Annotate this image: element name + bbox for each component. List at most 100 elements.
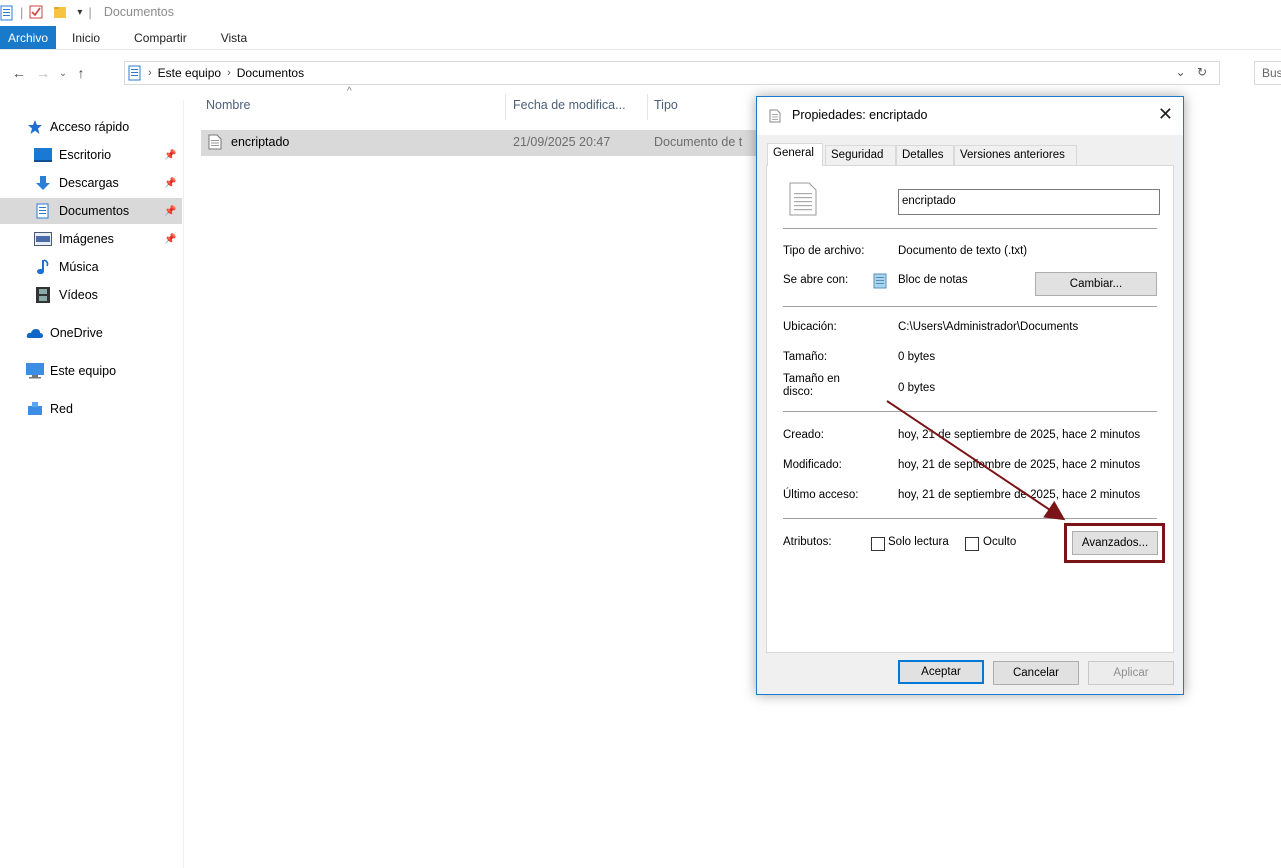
sidebar-item-acceso-rapido[interactable]: Acceso rápido	[0, 114, 182, 140]
size-on-disk-value: 0 bytes	[898, 382, 936, 394]
sidebar-item-label: Descargas	[59, 176, 119, 190]
column-header-fecha[interactable]: Fecha de modifica...	[513, 98, 626, 118]
sidebar-item-documentos[interactable]: Documentos 📌	[0, 198, 182, 224]
annotation-highlight-box	[1064, 523, 1165, 563]
breadcrumb-este-equipo[interactable]: Este equipo	[158, 66, 221, 80]
divider	[783, 228, 1157, 229]
sidebar-item-label: Vídeos	[59, 288, 98, 302]
file-name-cell: encriptado	[231, 135, 290, 149]
tab-detalles[interactable]: Detalles	[896, 145, 954, 165]
large-text-file-icon	[789, 182, 817, 219]
sidebar-item-descargas[interactable]: Descargas 📌	[0, 170, 182, 196]
modified-label: Modificado:	[783, 459, 842, 471]
sidebar-item-label: OneDrive	[50, 326, 103, 340]
pictures-icon	[34, 231, 52, 247]
divider	[783, 518, 1157, 519]
dialog-title-bar[interactable]: Propiedades: encriptado ✕	[757, 97, 1183, 135]
address-bar[interactable]: › Este equipo › Documentos ⌄ ↻	[124, 61, 1220, 85]
pin-icon[interactable]: 📌	[164, 178, 176, 189]
pin-icon[interactable]: 📌	[164, 206, 176, 217]
sidebar-item-label: Este equipo	[50, 364, 117, 378]
file-name-field[interactable]: encriptado	[898, 189, 1160, 215]
sidebar-item-label: Documentos	[59, 204, 130, 218]
tab-inicio[interactable]: Inicio	[56, 26, 116, 49]
readonly-checkbox[interactable]	[871, 537, 885, 551]
change-button[interactable]: Cambiar...	[1035, 272, 1157, 296]
modified-value: hoy, 21 de septiembre de 2025, hace 2 mi…	[898, 459, 1141, 471]
sidebar-item-red[interactable]: Red	[0, 396, 182, 422]
divider	[783, 306, 1157, 307]
quick-access-dropdown-icon[interactable]: ▾	[77, 7, 82, 18]
title-bar: | ▾ | Documentos	[0, 0, 1281, 24]
hidden-checkbox[interactable]	[965, 537, 979, 551]
onedrive-icon	[26, 325, 44, 341]
breadcrumb-chevron-icon[interactable]: ›	[148, 67, 152, 79]
sidebar-item-videos[interactable]: Vídeos	[0, 282, 182, 308]
toolbar-separator: |	[20, 4, 24, 20]
address-controls: ⌄ ↻	[1176, 65, 1207, 79]
type-label: Tipo de archivo:	[783, 245, 865, 257]
search-input[interactable]: Bus	[1254, 61, 1281, 85]
sidebar-item-label: Escritorio	[59, 148, 112, 162]
tab-seguridad[interactable]: Seguridad	[825, 145, 896, 165]
attributes-label: Atributos:	[783, 536, 832, 548]
location-value: C:\Users\Administrador\Documents	[898, 321, 1079, 333]
close-icon[interactable]: ✕	[1158, 104, 1173, 125]
readonly-label[interactable]: Solo lectura	[888, 536, 949, 548]
cancel-button[interactable]: Cancelar	[993, 661, 1079, 685]
sidebar-item-imagenes[interactable]: Imágenes 📌	[0, 226, 182, 252]
sidebar-item-musica[interactable]: Música	[0, 254, 182, 280]
notepad-icon	[871, 272, 889, 293]
window-title: Documentos	[103, 5, 174, 19]
tab-vista[interactable]: Vista	[205, 26, 263, 49]
back-arrow-icon[interactable]: ←	[9, 65, 29, 81]
file-type-cell: Documento de t	[654, 135, 743, 149]
breadcrumb-chevron-icon[interactable]: ›	[227, 67, 231, 79]
opens-with-label: Se abre con:	[783, 274, 849, 286]
navigation-row: ← → ⌄ ↑ › Este equipo › Documentos ⌄ ↻	[0, 61, 1281, 85]
column-separator[interactable]	[647, 94, 648, 120]
documents-icon	[34, 203, 52, 219]
recent-locations-chevron-icon[interactable]: ⌄	[53, 68, 73, 79]
address-dropdown-icon[interactable]: ⌄	[1176, 65, 1186, 79]
column-header-nombre[interactable]: Nombre	[206, 98, 250, 118]
general-tab-panel: encriptado Tipo de archivo: Documento de…	[766, 165, 1174, 653]
file-date-cell: 21/09/2025 20:47	[513, 135, 611, 149]
tab-archivo[interactable]: Archivo	[0, 26, 57, 49]
network-icon	[26, 401, 44, 417]
properties-icon[interactable]	[0, 5, 14, 21]
pin-icon[interactable]: 📌	[164, 234, 176, 245]
documents-location-icon	[128, 65, 142, 81]
text-file-icon	[208, 134, 222, 153]
breadcrumb-documentos[interactable]: Documentos	[237, 66, 304, 80]
folder-icon[interactable]	[53, 5, 67, 19]
tab-compartir[interactable]: Compartir	[116, 26, 205, 49]
column-header-tipo[interactable]: Tipo	[654, 98, 678, 118]
sidebar-item-label: Acceso rápido	[50, 120, 130, 134]
column-separator[interactable]	[505, 94, 506, 120]
size-on-disk-label: Tamaño en disco:	[783, 373, 840, 398]
ok-button[interactable]: Aceptar	[898, 660, 984, 684]
location-label: Ubicación:	[783, 321, 837, 333]
divider	[783, 411, 1157, 412]
forward-arrow-icon[interactable]: →	[33, 65, 53, 81]
pin-icon[interactable]: 📌	[164, 150, 176, 161]
dialog-title: Propiedades: encriptado	[792, 108, 928, 122]
sidebar-item-escritorio[interactable]: Escritorio 📌	[0, 142, 182, 168]
hidden-label[interactable]: Oculto	[983, 536, 1016, 548]
tab-general[interactable]: General	[767, 143, 823, 166]
navigation-pane: Acceso rápido Escritorio 📌 Descargas 📌 D…	[0, 100, 184, 868]
sidebar-item-label: Música	[59, 260, 99, 274]
up-arrow-icon[interactable]: ↑	[71, 65, 91, 81]
apply-button[interactable]: Aplicar	[1088, 661, 1174, 685]
checkmark-icon[interactable]	[29, 5, 43, 19]
sidebar-item-label: Imágenes	[59, 232, 114, 246]
download-icon	[34, 175, 52, 191]
music-icon	[34, 259, 52, 275]
refresh-icon[interactable]: ↻	[1197, 65, 1207, 79]
sidebar-item-onedrive[interactable]: OneDrive	[0, 320, 182, 346]
created-value: hoy, 21 de septiembre de 2025, hace 2 mi…	[898, 429, 1141, 441]
accessed-value: hoy, 21 de septiembre de 2025, hace 2 mi…	[898, 489, 1141, 501]
sidebar-item-este-equipo[interactable]: Este equipo	[0, 358, 182, 384]
tab-versiones-anteriores[interactable]: Versiones anteriores	[954, 145, 1077, 165]
